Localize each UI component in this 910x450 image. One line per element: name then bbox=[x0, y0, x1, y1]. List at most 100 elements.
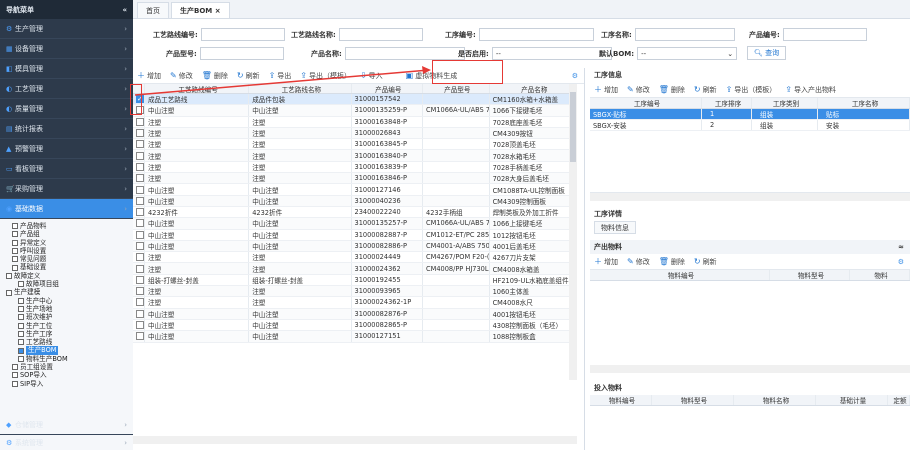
row-checkbox[interactable] bbox=[136, 196, 144, 205]
row-checkbox[interactable] bbox=[136, 185, 144, 194]
tree-node[interactable]: 班次维护 bbox=[0, 313, 133, 321]
tree-node[interactable]: 生产BOM bbox=[0, 346, 133, 355]
sidebar-item-8[interactable]: 🛒 采购管理 › bbox=[0, 179, 133, 199]
table-row[interactable]: 中山注塑 中山注塑 31000040236 CM4309控制面板 bbox=[133, 195, 577, 207]
tree-node[interactable]: 基础设置 bbox=[0, 263, 133, 271]
row-checkbox-cell[interactable] bbox=[133, 184, 145, 195]
row-checkbox[interactable] bbox=[136, 219, 144, 228]
row-checkbox[interactable] bbox=[136, 174, 144, 183]
table-row[interactable]: 中山注塑 中山注塑 31000127151 1088控制板盒 bbox=[133, 331, 577, 343]
sidebar-item-1[interactable]: ▦ 设备管理 › bbox=[0, 39, 133, 59]
row-checkbox[interactable] bbox=[136, 275, 144, 284]
row-checkbox-cell[interactable] bbox=[133, 150, 145, 161]
toolbar-button-4[interactable]: ⇪ 导出 bbox=[269, 71, 292, 81]
tree-node[interactable]: 产品组 bbox=[0, 230, 133, 238]
row-checkbox[interactable] bbox=[136, 129, 144, 138]
row-checkbox-cell[interactable] bbox=[133, 206, 145, 218]
process-toolbar-button-4[interactable]: ⇪ 导出（模板） bbox=[726, 85, 777, 95]
tree-node[interactable]: 生产场地 bbox=[0, 305, 133, 313]
collapse-icon[interactable]: « bbox=[122, 6, 127, 14]
row-checkbox[interactable] bbox=[136, 162, 144, 171]
row-checkbox-cell[interactable] bbox=[133, 331, 145, 342]
row-checkbox[interactable] bbox=[136, 309, 144, 318]
table-row[interactable]: 注塑 注塑 31000163839-P 7028手柄盖毛坯 bbox=[133, 161, 577, 174]
process-toolbar-button-3[interactable]: ↻ 刷新 bbox=[694, 85, 717, 95]
table-row[interactable]: 注塑 注塑 31000093965 1060主体盖 bbox=[133, 286, 577, 298]
sidebar-item-2[interactable]: ◧ 模具管理 › bbox=[0, 59, 133, 79]
row-checkbox-cell[interactable] bbox=[133, 139, 145, 150]
table-row[interactable]: ✓ 成品工艺路线 成品件包装 31000157542 CM1160水箱+水箱盖 bbox=[133, 94, 577, 106]
sidebar-item-6[interactable]: ▲ 预警管理 › bbox=[0, 139, 133, 159]
row-checkbox[interactable] bbox=[136, 253, 144, 262]
process-toolbar-button-5[interactable]: ⇪ 导入产出物料 bbox=[785, 85, 836, 95]
tree-node[interactable]: 生产建模 bbox=[0, 288, 133, 296]
collapse-up-icon[interactable]: ≈ bbox=[898, 243, 904, 251]
row-checkbox-cell[interactable] bbox=[133, 195, 145, 206]
output-toolbar-button-1[interactable]: ✎ 修改 bbox=[627, 257, 650, 267]
row-checkbox[interactable] bbox=[136, 332, 144, 341]
tree-node[interactable]: SOP导入 bbox=[0, 371, 133, 379]
sidebar-item-0[interactable]: ⚙ 生产管理 › bbox=[0, 19, 133, 39]
toolbar-button-3[interactable]: ↻ 刷新 bbox=[237, 71, 260, 81]
row-checkbox-cell[interactable] bbox=[133, 252, 145, 263]
process-toolbar-button-2[interactable]: 🗑 删除 bbox=[659, 85, 685, 95]
tree-node[interactable]: 员工组设置 bbox=[0, 363, 133, 371]
settings-gear-icon[interactable]: ⚙ bbox=[898, 258, 904, 266]
table-row[interactable]: 注塑 注塑 31000163845-P 7028顶盖毛坯 bbox=[133, 139, 577, 151]
row-checkbox-cell[interactable] bbox=[133, 240, 145, 252]
tree-node[interactable]: 生产工序 bbox=[0, 330, 133, 338]
settings-gear-icon[interactable]: ⚙ bbox=[572, 72, 578, 80]
table-row[interactable]: 注塑 注塑 31000024362-1P CM4008水尺 bbox=[133, 297, 577, 309]
query-button[interactable]: 🔍︎ 查询 bbox=[747, 46, 787, 60]
route-code-input[interactable] bbox=[200, 28, 285, 41]
table-row[interactable]: 中山注塑 中山注塑 31000135259-P CM1066A-UL/ABS 7 106… bbox=[133, 105, 577, 117]
tab-production-bom[interactable]: 生产BOM × bbox=[171, 2, 230, 18]
tree-node[interactable]: 生产工位 bbox=[0, 322, 133, 330]
row-checkbox-cell[interactable] bbox=[133, 286, 145, 297]
row-checkbox-cell[interactable] bbox=[133, 274, 145, 286]
process-horizontal-scrollbar[interactable] bbox=[590, 193, 910, 201]
toolbar-button-0[interactable]: ＋增加 bbox=[137, 70, 161, 81]
sidebar-item-9[interactable]: ◉ 基础数据 › bbox=[0, 199, 133, 219]
product-model-input[interactable] bbox=[199, 47, 284, 60]
tree-node[interactable]: 生产中心 bbox=[0, 297, 133, 305]
row-checkbox-cell[interactable] bbox=[133, 263, 145, 274]
table-row[interactable]: SBGX-贴标 1 组装 贴标 bbox=[590, 109, 910, 120]
product-code-input[interactable] bbox=[782, 28, 867, 41]
table-row[interactable]: 中山注塑 中山注塑 31000082886-P CM4001-A/ABS 750 400… bbox=[133, 240, 577, 253]
row-checkbox[interactable] bbox=[136, 242, 144, 250]
toolbar-button-2[interactable]: 🗑 删除 bbox=[202, 71, 228, 81]
default-bom-select[interactable]: -- ⌄ bbox=[637, 47, 738, 60]
sidebar-item-7[interactable]: ▭ 看板管理 › bbox=[0, 159, 133, 179]
table-row[interactable]: 注塑 注塑 31000163846-P 7028大身后盖毛坯 bbox=[133, 173, 577, 185]
grid-horizontal-scrollbar[interactable] bbox=[133, 436, 577, 444]
table-row[interactable]: 4232折件 4232折件 23400022240 4232手柄组 焊制类板及外加工折件 bbox=[133, 206, 577, 219]
table-row[interactable]: 组装-打螺丝-封盖 组装-打螺丝-封盖 31000192455 HF2109-UL水箱… bbox=[133, 274, 577, 287]
product-name-input[interactable] bbox=[344, 47, 465, 60]
row-checkbox[interactable] bbox=[136, 117, 144, 126]
table-row[interactable]: 中山注塑 中山注塑 31000127146 CM1088TA-UL控制面板 bbox=[133, 184, 577, 196]
table-row[interactable]: 中山注塑 中山注塑 31000082876-P 4001按钮毛坯 bbox=[133, 308, 577, 320]
row-checkbox[interactable] bbox=[136, 298, 144, 307]
table-row[interactable]: 注塑 注塑 31000024449 CM4267/POM F20-(4267刀片支架 bbox=[133, 252, 577, 264]
row-checkbox-cell[interactable] bbox=[133, 116, 145, 127]
row-checkbox-cell[interactable] bbox=[133, 308, 145, 319]
row-checkbox-cell[interactable] bbox=[133, 319, 145, 331]
sidebar-bottom-item-0[interactable]: ◆ 仓储管理 › bbox=[0, 415, 133, 435]
row-checkbox[interactable] bbox=[136, 287, 144, 296]
row-checkbox-cell[interactable] bbox=[133, 127, 145, 139]
row-checkbox-cell[interactable] bbox=[133, 173, 145, 184]
tree-node[interactable]: 呼叫设置 bbox=[0, 247, 133, 255]
toolbar-button-1[interactable]: ✎ 修改 bbox=[170, 71, 193, 81]
table-row[interactable]: 中山注塑 中山注塑 31000135257-P CM1066A-UL/ABS 7 106… bbox=[133, 218, 577, 230]
row-checkbox[interactable] bbox=[136, 208, 144, 217]
sidebar-bottom-item-1[interactable]: ⚙ 系统管理 › bbox=[0, 433, 133, 450]
enabled-select[interactable]: -- ⌄ bbox=[491, 47, 612, 60]
sidebar-item-5[interactable]: ▤ 统计报表 › bbox=[0, 119, 133, 139]
row-checkbox[interactable] bbox=[136, 264, 144, 273]
row-checkbox-cell[interactable] bbox=[133, 297, 145, 308]
tree-node[interactable]: 物料生产BOM bbox=[0, 355, 133, 363]
process-toolbar-button-0[interactable]: ＋增加 bbox=[594, 84, 618, 95]
process-toolbar-button-1[interactable]: ✎ 修改 bbox=[627, 85, 650, 95]
output-toolbar-button-3[interactable]: ↻ 刷新 bbox=[694, 257, 717, 267]
